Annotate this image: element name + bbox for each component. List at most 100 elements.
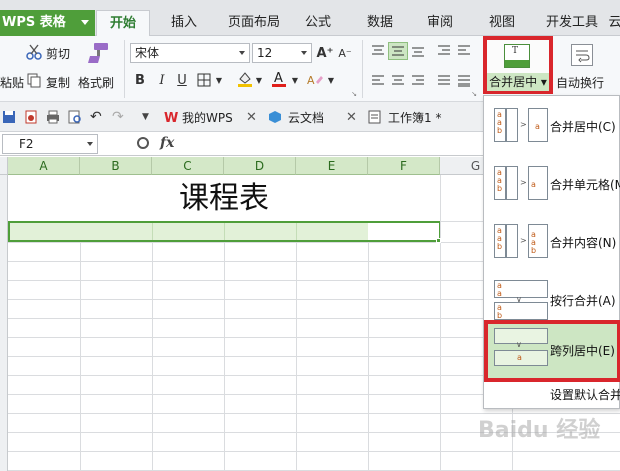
scissors-icon[interactable] [26,44,42,60]
clear-format-icon[interactable]: A [306,72,324,88]
paste-button[interactable]: 粘贴 [0,74,24,91]
cut-button[interactable]: 剪切 [46,45,70,62]
bold-button[interactable]: B [132,72,148,88]
italic-button[interactable]: I [154,72,170,88]
decrease-font-icon[interactable]: A⁻ [336,44,354,62]
divider [124,40,125,98]
menu-item-label: 合并内容(N) [550,236,617,250]
alignment-dialog-launcher-icon[interactable]: ↘ [470,90,478,98]
zoom-icon[interactable] [137,137,149,149]
svg-text:A: A [307,74,315,87]
print-preview-icon[interactable] [68,110,82,124]
undo-icon[interactable]: ↶ [90,110,104,124]
format-painter-icon[interactable] [86,42,110,64]
tab-formulas[interactable]: 公式 [298,10,338,36]
increase-font-icon[interactable]: A⁺ [316,44,334,62]
merge-center-label: 合并居中 ▾ [487,73,549,91]
align-left-icon[interactable] [370,74,386,88]
tab-page-layout[interactable]: 页面布局 [222,10,286,36]
redo-icon[interactable]: ↷ [112,110,126,124]
copy-button[interactable]: 复制 [46,74,70,91]
set-default-merge-item[interactable]: 设置默认合并 [550,386,620,403]
app-menu-button[interactable]: WPS 表格 [0,10,95,36]
align-right-icon[interactable] [410,74,426,88]
svg-text:W: W [164,111,178,124]
tab-home[interactable]: 开始 [96,10,150,37]
active-cell-f2[interactable] [368,223,439,240]
chevron-down-icon [81,20,89,25]
distributed-icon[interactable] [456,74,472,88]
close-icon[interactable]: ✕ [246,109,257,127]
doc-tab-workbook[interactable]: 工作簿1 * [388,109,441,127]
align-center-icon[interactable] [390,74,406,88]
merge-dropdown-menu: aab > a 合并居中(C) aab > a 合并单元格(M aab > aa… [483,95,620,409]
fill-handle[interactable] [436,238,441,243]
align-top-icon[interactable] [370,44,386,58]
chevron-down-icon[interactable]: ▼ [290,72,300,88]
align-bottom-icon[interactable] [410,44,426,58]
column-header-e[interactable]: E [296,157,368,175]
fx-icon[interactable]: fx [160,135,174,151]
align-middle-icon[interactable] [388,42,408,60]
menu-item-label: 合并单元格(M [550,178,620,192]
column-header-a[interactable]: A [8,157,80,175]
menu-item-label: 按行合并(A) [550,294,616,308]
auto-wrap-button[interactable]: 自动换行 [556,74,604,91]
column-header-d[interactable]: D [224,157,296,175]
menu-item-merge-center[interactable]: aab > a 合并居中(C) [484,98,620,156]
cloud-doc-icon [268,110,282,124]
formula-input[interactable] [190,134,480,154]
tab-view[interactable]: 视图 [482,10,522,36]
chevron-down-icon[interactable]: ▼ [254,72,264,88]
menu-item-label: 跨列居中(E) [550,344,615,358]
print-icon[interactable] [46,110,60,124]
svg-text:A: A [274,71,283,86]
copy-icon[interactable] [26,72,42,88]
doc-tab-my-wps[interactable]: 我的WPS [182,109,233,127]
chevron-down-icon [87,142,93,146]
tab-cloud[interactable]: 云 [608,10,620,36]
chevron-down-icon[interactable]: ▼ [326,72,336,88]
font-dialog-launcher-icon[interactable]: ↘ [350,90,358,98]
baidu-watermark: Baidu 经验 [478,418,601,443]
menu-tab-bar: WPS 表格 开始 插入 页面布局 公式 数据 审阅 视图 开发工具 云 [0,0,620,37]
outdent-icon[interactable] [456,44,472,58]
menu-item-merge-content[interactable]: aab > aab 合并内容(N) [484,214,620,272]
auto-wrap-icon[interactable] [571,44,593,66]
close-icon[interactable]: ✕ [346,109,357,127]
merged-title-cell[interactable]: 课程表 [8,175,440,221]
font-color-icon[interactable]: A [270,69,288,89]
grid-line [224,223,225,240]
doc-tab-cloud-doc[interactable]: 云文档 [288,109,324,127]
column-header-c[interactable]: C [152,157,224,175]
grid-line [152,223,153,240]
tab-review[interactable]: 审阅 [420,10,460,36]
merge-center-button[interactable]: T 合并居中 ▾ [483,36,553,94]
merge-content-icon: aab > aab [494,222,548,262]
tab-data[interactable]: 数据 [360,10,400,36]
tab-developer[interactable]: 开发工具 [540,10,604,36]
chevron-down-icon[interactable]: ▼ [214,72,224,88]
fill-color-icon[interactable] [236,70,254,88]
name-box-value: F2 [19,137,34,151]
export-pdf-icon[interactable] [24,110,38,124]
font-name-select[interactable]: 宋体 [130,43,250,63]
underline-button[interactable]: U [174,72,190,88]
menu-item-center-across-columns[interactable]: ∨ a 跨列居中(E) [484,320,620,382]
column-header-f[interactable]: F [368,157,440,175]
merge-by-row-icon: aa ∨ ab [494,280,548,320]
save-icon[interactable] [2,110,16,124]
indent-icon[interactable] [436,44,452,58]
justify-icon[interactable] [436,74,452,88]
format-painter-button[interactable]: 格式刷 [78,74,114,91]
name-box[interactable]: F2 [2,134,98,154]
tab-insert[interactable]: 插入 [160,10,208,36]
selected-range[interactable] [8,221,440,242]
menu-item-merge-cells[interactable]: aab > a 合并单元格(M [484,156,620,214]
row-header-strip[interactable] [0,175,8,471]
borders-icon[interactable] [196,72,212,88]
font-size-select[interactable]: 12 [252,43,312,63]
chevron-down-icon[interactable]: ▼ [142,110,156,124]
column-header-b[interactable]: B [80,157,152,175]
select-all-corner[interactable] [0,157,8,175]
